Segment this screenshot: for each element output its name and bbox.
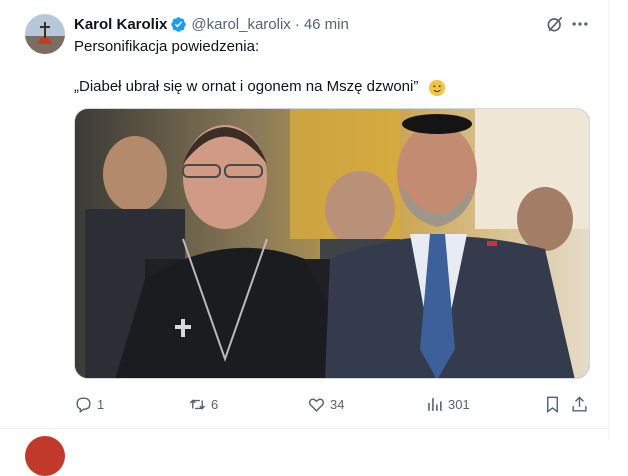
- verified-badge-icon[interactable]: [170, 16, 187, 33]
- repost-count: 6: [211, 396, 219, 412]
- timeline-border: [608, 0, 609, 440]
- display-name[interactable]: Karol Karolix: [74, 16, 167, 33]
- views-icon: [428, 397, 442, 411]
- next-tweet-avatar[interactable]: [25, 436, 65, 476]
- like-button[interactable]: 34: [307, 393, 344, 415]
- repost-button[interactable]: 6: [188, 393, 218, 415]
- view-count: 301: [448, 396, 470, 412]
- reply-button[interactable]: 1: [74, 393, 104, 415]
- grok-icon[interactable]: [545, 14, 565, 34]
- avatar[interactable]: [25, 14, 65, 54]
- repost-icon: [189, 399, 206, 409]
- share-button[interactable]: [570, 393, 589, 415]
- like-count: 34: [330, 396, 345, 412]
- timestamp[interactable]: 46 min: [304, 16, 349, 33]
- tweet-divider: [0, 428, 608, 429]
- bookmark-button[interactable]: [543, 393, 562, 415]
- tweet-photo[interactable]: [74, 108, 590, 379]
- views-button[interactable]: 301: [425, 393, 470, 415]
- separator: ·: [294, 15, 300, 33]
- tweet-text-line-1: Personifikacja powiedzenia:: [74, 38, 260, 55]
- handle[interactable]: @karol_karolix: [191, 16, 290, 33]
- tweet-text-line-2: „Diabeł ubrał się w ornat i ogonem na Ms…: [74, 78, 419, 95]
- reply-count: 1: [97, 396, 105, 412]
- share-icon: [572, 395, 587, 412]
- tweet-header: Karol Karolix @karol_karolix · 46 min: [74, 14, 349, 34]
- smiling-face-with-tear-icon: [428, 79, 446, 97]
- more-options-icon[interactable]: [570, 14, 590, 34]
- bookmark-icon: [547, 396, 558, 413]
- reply-icon: [76, 396, 91, 413]
- heart-icon: [308, 397, 325, 412]
